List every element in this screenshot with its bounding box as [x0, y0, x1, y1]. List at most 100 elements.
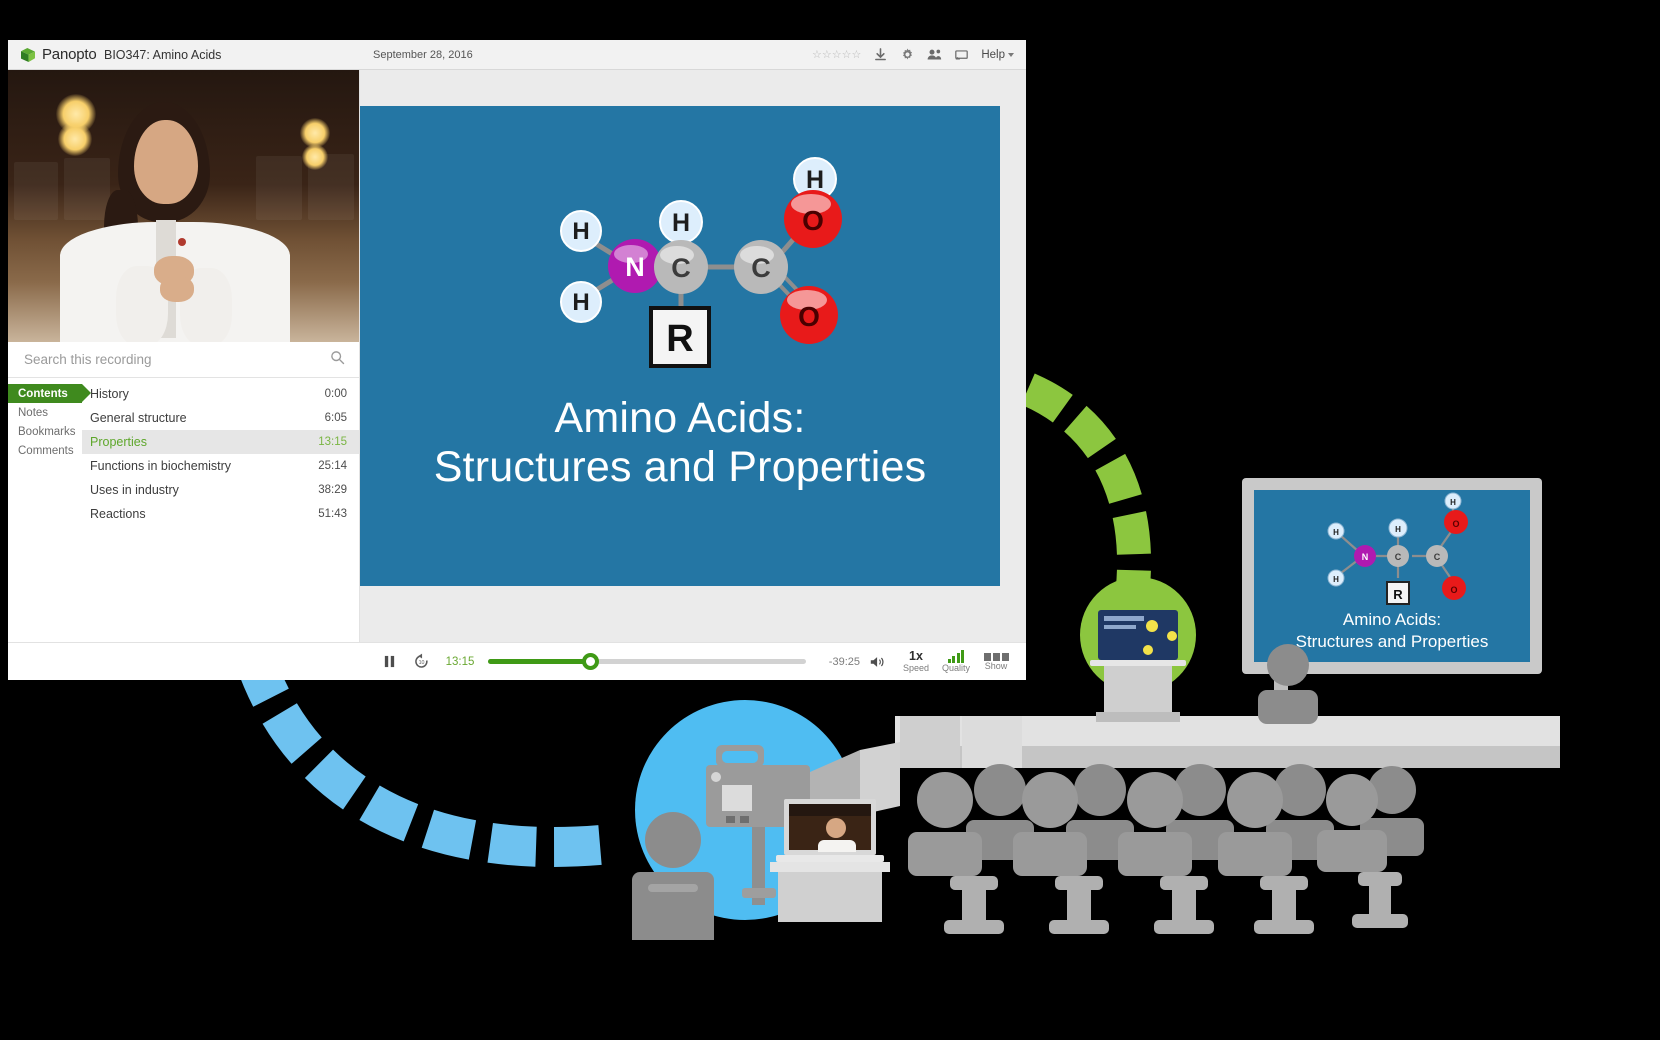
- tab-notes[interactable]: Notes: [8, 403, 82, 422]
- svg-text:10: 10: [418, 660, 424, 666]
- player-top-bar: Panopto BIO347: Amino Acids September 28…: [8, 40, 1026, 70]
- toc-time: 0:00: [324, 388, 347, 400]
- atom-rgroup: R: [649, 306, 711, 368]
- presenter-video[interactable]: [8, 70, 359, 342]
- list-item[interactable]: Reactions 51:43: [82, 502, 359, 526]
- cast-icon[interactable]: [954, 47, 969, 62]
- svg-text:H: H: [572, 289, 589, 316]
- list-item[interactable]: Uses in industry 38:29: [82, 478, 359, 502]
- svg-text:H: H: [1395, 525, 1401, 534]
- remaining-time: -39:25: [828, 655, 860, 668]
- svg-text:O: O: [798, 301, 820, 332]
- atom-carbon: C: [654, 240, 708, 294]
- svg-text:H: H: [806, 166, 824, 194]
- slide-title: Amino Acids: Structures and Properties: [360, 394, 1000, 492]
- presenter-face: [134, 120, 198, 204]
- svg-text:H: H: [672, 209, 690, 237]
- list-item-current[interactable]: Properties 13:15: [82, 430, 359, 454]
- toc-time: 25:14: [318, 460, 347, 472]
- wall-panel: [256, 156, 302, 220]
- svg-text:C: C: [1395, 552, 1402, 562]
- download-arrow-icon[interactable]: [873, 47, 888, 62]
- seek-handle[interactable]: [581, 653, 599, 670]
- presenter-hand: [160, 276, 194, 302]
- atom-oxygen: O: [780, 286, 838, 344]
- camera-capture-badge: [632, 700, 900, 940]
- rating-stars[interactable]: ☆☆☆☆☆: [812, 48, 861, 61]
- tab-label: Contents: [18, 387, 68, 400]
- stage-top-strip: [360, 70, 1026, 106]
- atom-carbon: C: [734, 240, 788, 294]
- player-control-bar: 10 13:15 -39:25 1x Speed Quality Show: [8, 642, 1026, 680]
- show-control[interactable]: Show: [976, 652, 1016, 671]
- svg-text:N: N: [1362, 552, 1369, 562]
- svg-text:H: H: [1333, 528, 1339, 537]
- svg-text:Amino Acids:: Amino Acids:: [1343, 610, 1441, 629]
- pause-icon[interactable]: [374, 655, 404, 668]
- help-label: Help: [981, 48, 1005, 61]
- toc-time: 51:43: [318, 508, 347, 520]
- svg-text:H: H: [572, 218, 589, 245]
- list-item[interactable]: Functions in biochemistry 25:14: [82, 454, 359, 478]
- tab-label: Bookmarks: [18, 425, 76, 438]
- list-item[interactable]: General structure 6:05: [82, 406, 359, 430]
- toolbar-actions: ☆☆☆☆☆ Help: [812, 47, 1026, 62]
- speed-control[interactable]: 1x Speed: [896, 650, 936, 673]
- slide-title-line1: Amino Acids:: [554, 394, 806, 442]
- svg-text:O: O: [1450, 585, 1457, 595]
- table-of-contents: Contents Notes Bookmarks Comments Histor…: [8, 378, 359, 642]
- search-row: [8, 342, 359, 378]
- signal-bars-icon: [947, 649, 965, 663]
- toc-label: Functions in biochemistry: [90, 459, 232, 473]
- help-menu-button[interactable]: Help: [981, 49, 1014, 61]
- current-time: 13:15: [445, 655, 475, 668]
- ceiling-light: [302, 144, 328, 170]
- sidebar-tabs: Contents Notes Bookmarks Comments: [8, 378, 91, 642]
- svg-text:Structures and Properties: Structures and Properties: [1296, 632, 1489, 651]
- show-label: Show: [984, 660, 1008, 671]
- lectern-laptop-badge: [1080, 577, 1196, 722]
- seek-slider[interactable]: [488, 653, 806, 671]
- seek-progress: [488, 659, 590, 664]
- svg-text:R: R: [666, 318, 693, 360]
- lecture-hall-desk: [895, 716, 1560, 768]
- svg-text:C: C: [751, 253, 771, 283]
- toc-time: 38:29: [318, 484, 347, 496]
- tab-label: Notes: [18, 406, 49, 419]
- chevron-down-icon: [1008, 52, 1014, 57]
- svg-text:C: C: [671, 253, 691, 283]
- search-input[interactable]: [22, 351, 330, 368]
- player-stage: H H H H N C C O O R Amino Acids: Structu…: [360, 70, 1026, 642]
- contents-list: History 0:00 General structure 6:05 Prop…: [82, 378, 359, 642]
- atom-hydrogen: H: [659, 200, 703, 244]
- atom-nitrogen: N: [608, 239, 662, 293]
- lapel-mic: [178, 238, 186, 246]
- slide: H H H H N C C O O R Amino Acids: Structu…: [360, 106, 1000, 586]
- toc-label: History: [90, 387, 129, 401]
- toc-label: Uses in industry: [90, 483, 179, 497]
- speed-label: Speed: [902, 662, 930, 673]
- brand[interactable]: Panopto: [8, 46, 98, 63]
- tab-comments[interactable]: Comments: [8, 441, 82, 460]
- quality-control[interactable]: Quality: [936, 649, 976, 673]
- replay-10-icon[interactable]: 10: [404, 653, 438, 670]
- gear-icon[interactable]: [900, 47, 915, 62]
- volume-icon[interactable]: [860, 655, 896, 669]
- search-icon[interactable]: [330, 350, 345, 370]
- ceiling-light: [58, 122, 92, 156]
- player-body: Contents Notes Bookmarks Comments Histor…: [8, 70, 1026, 642]
- toc-time: 13:15: [318, 436, 347, 448]
- svg-text:O: O: [1452, 519, 1459, 529]
- tab-contents[interactable]: Contents: [8, 384, 91, 403]
- svg-text:H: H: [1333, 575, 1339, 584]
- svg-text:O: O: [802, 205, 824, 236]
- toc-label: Properties: [90, 435, 147, 449]
- amino-acid-molecule: H H H H N C C O O R: [560, 157, 842, 368]
- share-people-icon[interactable]: [927, 47, 942, 62]
- list-item[interactable]: History 0:00: [82, 382, 359, 406]
- slide-viewport[interactable]: H H H H N C C O O R Amino Acids: Structu…: [360, 106, 1026, 616]
- panopto-player-window: Panopto BIO347: Amino Acids September 28…: [8, 40, 1026, 680]
- toc-time: 6:05: [324, 412, 347, 424]
- wall-panel: [64, 158, 110, 220]
- tab-bookmarks[interactable]: Bookmarks: [8, 422, 82, 441]
